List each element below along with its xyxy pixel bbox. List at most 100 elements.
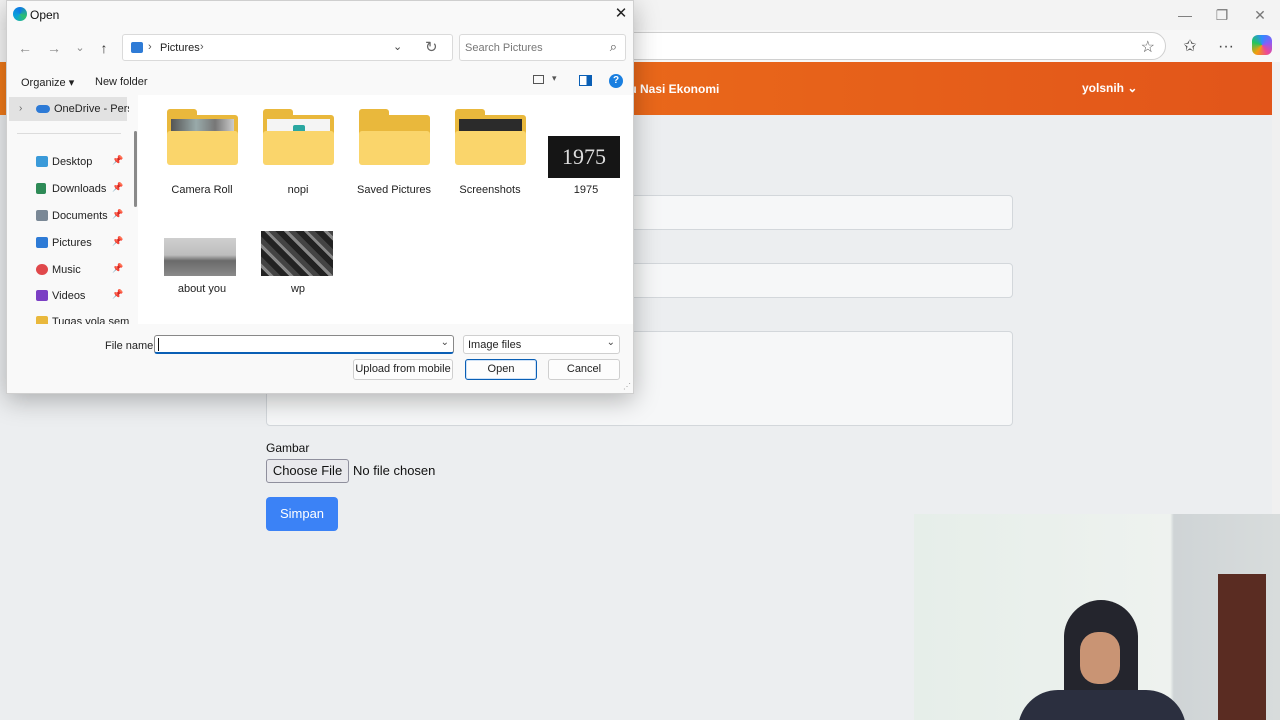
person-body [1018, 690, 1186, 720]
sidebar-item-label: Pictures [52, 237, 92, 249]
chevron-right-icon[interactable]: › [19, 103, 22, 114]
gambar-label: Gambar [266, 441, 310, 455]
chevron-down-icon: ⌄ [606, 337, 615, 348]
user-menu[interactable]: yolsnih ⌄ [1082, 81, 1137, 95]
preview-pane-icon[interactable] [579, 75, 592, 86]
more-menu-icon[interactable]: ··· [1214, 36, 1238, 58]
cabinet-shape [1218, 574, 1266, 720]
sidebar-scrollbar[interactable] [134, 131, 137, 207]
cancel-button[interactable]: Cancel [548, 359, 620, 380]
close-icon[interactable]: ✕ [611, 5, 631, 23]
help-icon[interactable]: ? [609, 74, 623, 88]
file-name: Screenshots [459, 184, 521, 196]
file-name-label: File name: [105, 340, 157, 352]
file-list: Camera Roll nopi Saved Pictures Screensh… [138, 95, 633, 324]
sidebar-item-documents[interactable]: Documents 📌 [7, 205, 129, 227]
pictures-icon [131, 42, 143, 53]
file-name: wp [290, 283, 306, 295]
image-thumbnail [261, 231, 333, 276]
open-file-dialog: Open ✕ ← → ⌄ ↑ › Pictures › ⌄ ↻ Search P… [6, 0, 634, 394]
up-arrow-icon[interactable]: ↑ [94, 39, 114, 57]
choose-file-button[interactable]: Choose File [266, 459, 349, 483]
music-icon [36, 264, 48, 275]
address-bar[interactable]: ☆ [600, 32, 1166, 60]
folder-tile[interactable]: Screenshots [445, 95, 535, 196]
resize-grip-icon[interactable]: ⋰ [623, 382, 631, 391]
videos-icon [36, 290, 48, 301]
sidebar-item-label: Downloads [52, 183, 107, 195]
image-thumbnail [164, 238, 236, 276]
search-placeholder: Search Pictures [465, 42, 543, 54]
sidebar-item-downloads[interactable]: Downloads 📌 [7, 178, 129, 200]
cloud-icon [36, 105, 50, 113]
file-type-select[interactable]: Image files ⌄ [463, 335, 620, 354]
folder-icon [455, 109, 526, 169]
folder-tile[interactable]: Camera Roll [157, 95, 247, 196]
sidebar-item-pictures[interactable]: Pictures 📌 [7, 232, 129, 254]
folder-icon [263, 109, 334, 169]
image-thumbnail: 1975 [548, 136, 620, 178]
chevron-down-icon[interactable]: ⌄ [441, 337, 449, 348]
pin-icon: 📌 [112, 209, 124, 219]
chevron-down-icon: ⌄ [1127, 81, 1138, 95]
view-icon[interactable] [533, 75, 544, 84]
file-name: about you [177, 283, 227, 295]
image-tile[interactable]: wp [253, 194, 343, 295]
brand-title[interactable]: nu Nasi Ekonomi [622, 82, 719, 96]
breadcrumb-separator[interactable]: › [200, 41, 204, 53]
chevron-down-icon[interactable]: ⌄ [393, 40, 402, 53]
file-name: Saved Pictures [357, 184, 431, 196]
pin-icon: 📌 [112, 155, 124, 165]
sidebar-item-tugas[interactable]: Tugas yola semester [7, 311, 129, 324]
folder-tile[interactable]: nopi [253, 95, 343, 196]
upload-from-mobile-button[interactable]: Upload from mobile [353, 359, 453, 380]
pin-icon: 📌 [112, 236, 124, 246]
folder-tile[interactable]: Saved Pictures [349, 95, 439, 196]
new-folder-button[interactable]: New folder [95, 76, 148, 88]
back-arrow-icon[interactable]: ← [15, 39, 35, 57]
chevron-down-icon[interactable]: ▾ [552, 73, 557, 84]
sidebar-item-videos[interactable]: Videos 📌 [7, 285, 129, 307]
open-button[interactable]: Open [465, 359, 537, 380]
folder-icon [167, 109, 238, 169]
refresh-icon[interactable]: ↻ [425, 38, 438, 56]
close-window-icon[interactable]: ✕ [1245, 6, 1275, 24]
restore-icon[interactable]: ❐ [1207, 6, 1237, 24]
dialog-title: Open [30, 8, 60, 22]
pictures-icon [36, 237, 48, 248]
organize-button[interactable]: Organize ▾ [21, 76, 74, 89]
text-caret [158, 338, 159, 351]
favorites-icon[interactable]: ✩ [1178, 36, 1202, 58]
search-input[interactable]: Search Pictures ⌕ [459, 34, 626, 61]
breadcrumb-pictures[interactable]: Pictures [160, 42, 200, 54]
sidebar-item-label: OneDrive - Personal [54, 103, 129, 115]
documents-icon [36, 210, 48, 221]
breadcrumb-separator: › [148, 41, 152, 53]
minimize-icon[interactable]: — [1170, 6, 1200, 24]
folder-icon [359, 109, 430, 169]
image-tile[interactable]: about you [157, 194, 247, 295]
address-path[interactable]: › Pictures › ⌄ ↻ [122, 34, 453, 61]
copilot-icon[interactable] [1252, 35, 1272, 55]
file-name-input[interactable]: ⌄ [154, 335, 454, 354]
recent-locations-icon[interactable]: ⌄ [70, 39, 90, 57]
desktop-icon [36, 156, 48, 167]
sidebar-item-label: Desktop [52, 156, 93, 168]
sidebar-item-label: Documents [52, 210, 108, 222]
sidebar-item-desktop[interactable]: Desktop 📌 [7, 151, 129, 173]
download-icon [36, 183, 46, 194]
sidebar-item-label: Videos [52, 290, 86, 302]
edge-logo-icon [13, 7, 27, 21]
star-icon[interactable]: ☆ [1141, 37, 1155, 57]
search-icon[interactable]: ⌕ [610, 39, 617, 55]
sidebar-item-label: Tugas yola semester [52, 316, 129, 324]
sidebar-item-music[interactable]: Music 📌 [7, 259, 129, 281]
pin-icon: 📌 [112, 289, 124, 299]
image-tile[interactable]: 1975 1975 [541, 95, 631, 196]
sidebar-item-label: Music [52, 264, 81, 276]
dialog-titlebar: Open ✕ [7, 1, 633, 29]
command-bar: Organize ▾ New folder ▾ ? [7, 67, 633, 95]
simpan-button[interactable]: Simpan [266, 497, 338, 531]
forward-arrow-icon[interactable]: → [44, 39, 64, 57]
sidebar-item-onedrive[interactable]: › OneDrive - Personal [9, 97, 129, 121]
